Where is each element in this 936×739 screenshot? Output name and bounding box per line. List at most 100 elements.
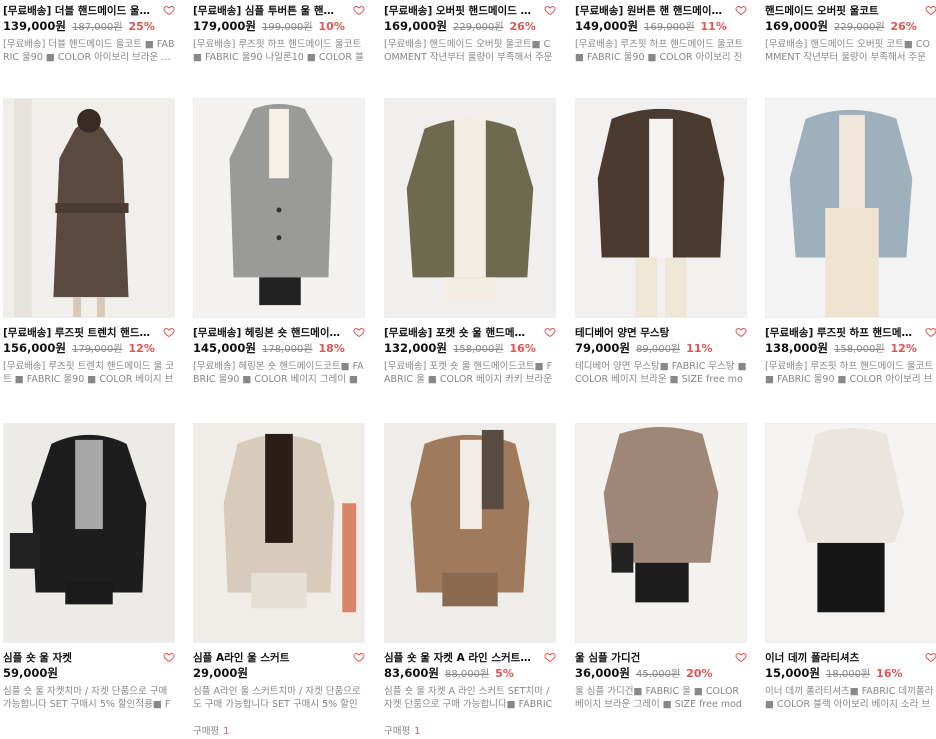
product-title[interactable]: 핸드메이드 오버핏 울코트 [765, 3, 879, 18]
heart-outline-icon[interactable] [163, 4, 175, 16]
product-card[interactable]: [무료배송] 원버튼 핸 핸드메이드 … 149,000원 169,000원 11%… [575, 2, 747, 64]
product-title[interactable]: 심플 숏 울 자켓 A 라인 스커트 SET… [384, 650, 534, 665]
product-description: [무료배송] 핸드메이드 오버핏 울코트■ COMMENT 작년부터 울량이 부… [384, 39, 553, 63]
price: 29,000원 [193, 666, 248, 680]
product-image[interactable] [575, 423, 747, 643]
product-title[interactable]: 심플 숏 울 자켓 [3, 650, 72, 665]
product-title[interactable]: 테디베어 양면 무스탕 [575, 325, 669, 340]
product-card[interactable]: 심플 숏 울 자켓 A 라인 스커트 SET… 83,600원 88,000원 5%… [384, 423, 556, 737]
product-card[interactable]: 심플 A라인 울 스커트 29,000원 심플 A라인 울 스커트치마 / 자켓… [193, 423, 365, 737]
product-card[interactable]: [무료배송] 포켓 숏 울 핸드메이드… 132,000원 158,000원 16%… [384, 98, 556, 386]
heart-outline-icon[interactable] [353, 326, 365, 338]
original-price: 187,000원 [71, 22, 123, 33]
product-description: [무료배송] 루즈핏 하프 핸드메이드 울코트■ FABRIC 울90 ■ CO… [765, 361, 934, 385]
original-price: 18,000원 [825, 669, 871, 680]
product-image[interactable] [765, 98, 936, 318]
product-image[interactable] [765, 423, 936, 643]
product-image[interactable] [575, 98, 747, 318]
original-price: 45,000원 [635, 669, 681, 680]
product-image[interactable] [3, 423, 175, 643]
heart-outline-icon[interactable] [925, 4, 936, 16]
product-description: 심플 A라인 울 스커트치마 / 자켓 단품으로도 구매 가능합니다 SET 구… [193, 686, 361, 710]
product-title[interactable]: [무료배송] 심플 투버튼 울 핸드메… [193, 3, 343, 18]
price: 169,000원 [765, 19, 828, 33]
original-price: 158,000원 [833, 344, 885, 355]
price: 149,000원 [575, 19, 638, 33]
price: 79,000원 [575, 341, 630, 355]
product-image[interactable] [193, 98, 365, 318]
product-description: [무료배송] 루즈핏 하프 핸드메이드 울코트■ FABRIC 울90 ■ CO… [575, 39, 744, 63]
product-card[interactable]: 이너 데끼 폴라티셔츠 15,000원 18,000원 16% 이너 데끼 폴라티셔… [765, 423, 936, 711]
heart-outline-icon[interactable] [735, 4, 747, 16]
product-image[interactable] [384, 98, 556, 318]
heart-outline-icon[interactable] [735, 651, 747, 663]
product-description: 울 심플 가디건■ FABRIC 울 ■ COLOR 베이지 브라운 그레이 ■… [575, 686, 742, 710]
price: 15,000원 [765, 666, 820, 680]
heart-outline-icon[interactable] [544, 651, 556, 663]
product-title[interactable]: [무료배송] 더블 핸드메이드 울코트 [3, 3, 153, 18]
original-price: 199,000원 [261, 22, 313, 33]
discount-rate: 12% [890, 342, 917, 355]
product-title[interactable]: [무료배송] 루즈핏 하프 핸드메이드… [765, 325, 915, 340]
product-card[interactable]: 울 심플 가디건 36,000원 45,000원 20% 울 심플 가디건■ FAB… [575, 423, 747, 711]
price: 139,000원 [3, 19, 66, 33]
product-card[interactable]: [무료배송] 헤링본 숏 핸드메이드코트 145,000원 178,000원 18%… [193, 98, 365, 386]
product-title[interactable]: [무료배송] 루즈핏 트렌치 핸드메이… [3, 325, 153, 340]
product-title[interactable]: [무료배송] 포켓 숏 울 핸드메이드… [384, 325, 534, 340]
product-description: [무료배송] 루즈핏 하프 핸드메이드 울코트■ FABRIC 울90 나일론1… [193, 39, 364, 63]
heart-outline-icon[interactable] [544, 326, 556, 338]
product-description: [무료배송] 포켓 숏 울 핸드메이드코트■ FABRIC 울 ■ COLOR … [384, 361, 553, 385]
product-image[interactable] [384, 423, 556, 643]
product-card[interactable]: 심플 숏 울 자켓 59,000원 심플 숏 울 자켓치마 / 자켓 단품으로 … [3, 423, 175, 711]
price: 83,600원 [384, 666, 439, 680]
product-card[interactable]: [무료배송] 더블 핸드메이드 울코트 139,000원 187,000원 25% … [3, 2, 175, 64]
review-count: 구매평 1 [384, 726, 421, 737]
product-card[interactable]: [무료배송] 오버핏 핸드메이드 울코트 169,000원 229,000원 26%… [384, 2, 556, 64]
product-description: 이너 데끼 폴라티셔츠■ FABRIC 데끼폴라 ■ COLOR 블랙 아이보리… [765, 686, 934, 710]
discount-rate: 18% [318, 342, 345, 355]
discount-rate: 16% [876, 667, 903, 680]
price: 59,000원 [3, 666, 58, 680]
price: 156,000원 [3, 341, 66, 355]
price: 132,000원 [384, 341, 447, 355]
heart-outline-icon[interactable] [925, 326, 936, 338]
heart-outline-icon[interactable] [353, 651, 365, 663]
heart-outline-icon[interactable] [925, 651, 936, 663]
discount-rate: 26% [509, 20, 536, 33]
product-card[interactable]: 테디베어 양면 무스탕 79,000원 89,000원 11% 테디베어 양면 무스… [575, 98, 747, 386]
product-card[interactable]: [무료배송] 루즈핏 트렌치 핸드메이… 156,000원 179,000원 12%… [3, 98, 175, 386]
product-description: 테디베어 양면 무스탕■ FABRIC 무스탕 ■ COLOR 베이지 브라운 … [575, 361, 747, 385]
product-title[interactable]: [무료배송] 헤링본 숏 핸드메이드코트 [193, 325, 343, 340]
product-title[interactable]: 이너 데끼 폴라티셔츠 [765, 650, 859, 665]
product-title[interactable]: 심플 A라인 울 스커트 [193, 650, 289, 665]
product-title[interactable]: 울 심플 가디건 [575, 650, 640, 665]
heart-outline-icon[interactable] [735, 326, 747, 338]
discount-rate: 10% [318, 20, 345, 33]
price: 145,000원 [193, 341, 256, 355]
product-image[interactable] [193, 423, 365, 643]
price: 36,000원 [575, 666, 630, 680]
price: 179,000원 [193, 19, 256, 33]
product-description: [무료배송] 더블 핸드메이드 울코트 ■ FABRIC 울90 ■ COLOR… [3, 39, 175, 63]
discount-rate: 20% [686, 667, 713, 680]
heart-outline-icon[interactable] [163, 651, 175, 663]
heart-outline-icon[interactable] [163, 326, 175, 338]
product-description: [무료배송] 루즈핏 트렌치 핸드메이드 울 코트 ■ FABRIC 울90 ■… [3, 361, 175, 385]
product-card[interactable]: [무료배송] 루즈핏 하프 핸드메이드… 138,000원 158,000원 12%… [765, 98, 936, 386]
review-count: 구매평 1 [193, 726, 230, 737]
price: 138,000원 [765, 341, 828, 355]
discount-rate: 16% [509, 342, 536, 355]
product-title[interactable]: [무료배송] 원버튼 핸 핸드메이드 … [575, 3, 725, 18]
product-description: [무료배송] 헤링본 숏 핸드메이드코트■ FABRIC 울90 ■ COLOR… [193, 361, 364, 385]
discount-rate: 12% [128, 342, 155, 355]
product-title[interactable]: [무료배송] 오버핏 핸드메이드 울코트 [384, 3, 534, 18]
product-image[interactable] [3, 98, 175, 318]
discount-rate: 11% [700, 20, 727, 33]
product-card[interactable]: [무료배송] 심플 투버튼 울 핸드메… 179,000원 199,000원 10%… [193, 2, 365, 64]
original-price: 178,000원 [261, 344, 313, 355]
product-grid: [무료배송] 더블 핸드메이드 울코트 139,000원 187,000원 25% … [0, 0, 936, 739]
heart-outline-icon[interactable] [544, 4, 556, 16]
heart-outline-icon[interactable] [353, 4, 365, 16]
price: 169,000원 [384, 19, 447, 33]
product-card[interactable]: 핸드메이드 오버핏 울코트 169,000원 229,000원 26% [무료배송]… [765, 2, 936, 64]
